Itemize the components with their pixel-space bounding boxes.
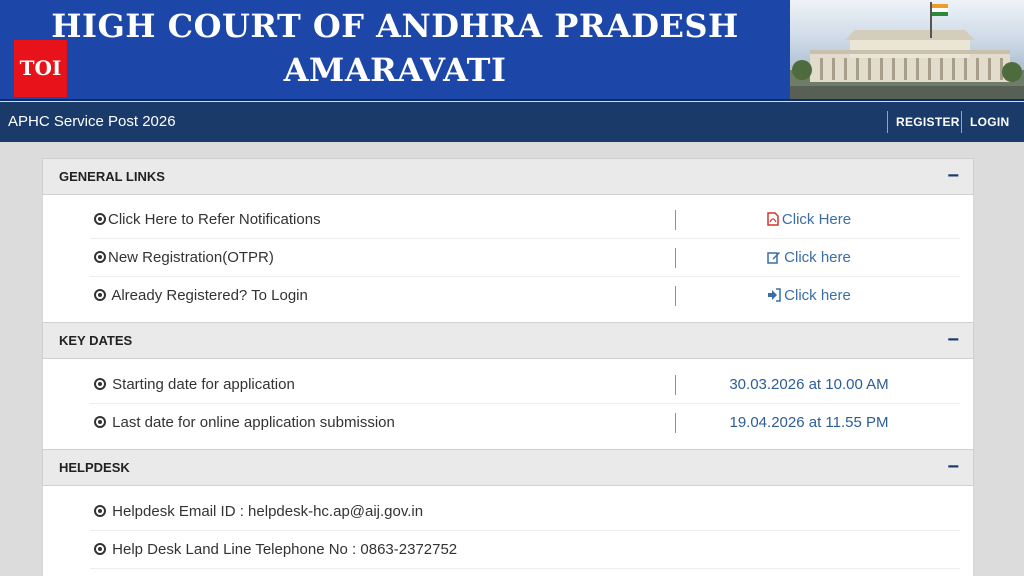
row-label: Click Here to Refer Notifications <box>94 201 321 239</box>
dot-circle-icon <box>94 289 106 301</box>
banner-title-line1: HIGH COURT OF ANDHRA PRADESH <box>51 7 739 45</box>
row-label: Already Registered? To Login <box>94 277 308 315</box>
helpdesk-header[interactable]: HELPDESK − <box>42 449 974 486</box>
helpdesk-row: Help Desk Land Line Telephone No : 0863-… <box>42 531 974 569</box>
banner-title-line2: AMARAVATI <box>283 51 507 89</box>
last-date-value: 19.04.2026 at 11.55 PM <box>729 414 889 431</box>
row-label-text: Last date for online application submiss… <box>108 414 395 431</box>
helpdesk-phone-text: Help Desk Land Line Telephone No : 0863-… <box>108 541 458 558</box>
row-label: Last date for online application submiss… <box>94 404 395 442</box>
high-court-building-image <box>790 0 1024 101</box>
collapse-icon[interactable]: − <box>947 450 959 484</box>
login-page-link[interactable]: Click here <box>676 277 942 315</box>
login-page-link-text: Click here <box>784 287 851 304</box>
login-link[interactable]: LOGIN <box>970 102 1010 142</box>
edit-icon <box>767 252 781 264</box>
row-label-text: New Registration(OTPR) <box>108 249 274 266</box>
banner-title: HIGH COURT OF ANDHRA PRADESH AMARAVATI <box>0 4 790 92</box>
site-banner: HIGH COURT OF ANDHRA PRADESH AMARAVATI T… <box>0 0 1024 101</box>
row-label-text: Starting date for application <box>108 376 295 393</box>
general-link-row: New Registration(OTPR) Click here <box>42 239 974 277</box>
dot-circle-icon <box>94 378 106 390</box>
collapse-icon[interactable]: − <box>947 159 959 193</box>
dot-circle-icon <box>94 505 106 517</box>
helpdesk-row: Helpdesk Email ID : helpdesk-hc.ap@aij.g… <box>42 493 974 531</box>
start-date-value: 30.03.2026 at 10.00 AM <box>729 376 889 393</box>
helpdesk-heading: HELPDESK <box>59 460 130 475</box>
site-title[interactable]: APHC Service Post 2026 <box>8 102 176 142</box>
dot-circle-icon <box>94 543 106 555</box>
collapse-icon[interactable]: − <box>947 323 959 357</box>
register-link[interactable]: REGISTER <box>896 102 960 142</box>
general-links-header[interactable]: GENERAL LINKS − <box>42 158 974 195</box>
banner-divider <box>0 99 1024 101</box>
row-label-text: Click Here to Refer Notifications <box>108 211 321 228</box>
row-label: Help Desk Land Line Telephone No : 0863-… <box>94 531 457 569</box>
row-label: New Registration(OTPR) <box>94 239 274 277</box>
row-label-text: Already Registered? To Login <box>108 287 308 304</box>
notifications-link-text: Click Here <box>781 211 852 228</box>
general-link-row: Click Here to Refer Notifications Click … <box>42 201 974 239</box>
notifications-link[interactable]: Click Here <box>676 201 942 239</box>
key-date-row: Last date for online application submiss… <box>42 404 974 442</box>
row-label: Starting date for application <box>94 366 295 404</box>
top-navbar: APHC Service Post 2026 REGISTER LOGIN <box>0 102 1024 142</box>
registration-link-text: Click here <box>784 249 851 266</box>
dot-circle-icon <box>94 416 106 428</box>
registration-link[interactable]: Click here <box>676 239 942 277</box>
nav-divider <box>887 111 888 133</box>
row-divider <box>90 568 960 569</box>
helpdesk-email-text: Helpdesk Email ID : helpdesk-hc.ap@aij.g… <box>108 503 424 520</box>
dot-circle-icon <box>94 213 106 225</box>
general-link-row: Already Registered? To Login Click here <box>42 277 974 315</box>
nav-divider <box>961 111 962 133</box>
toi-watermark-logo: TOI <box>14 40 67 97</box>
key-dates-heading: KEY DATES <box>59 333 133 348</box>
row-label: Helpdesk Email ID : helpdesk-hc.ap@aij.g… <box>94 493 423 531</box>
sign-in-icon <box>768 288 781 302</box>
key-date-row: Starting date for application 30.03.2026… <box>42 366 974 404</box>
pdf-icon <box>767 212 779 226</box>
general-links-heading: GENERAL LINKS <box>59 169 165 184</box>
key-dates-header[interactable]: KEY DATES − <box>42 322 974 359</box>
dot-circle-icon <box>94 251 106 263</box>
